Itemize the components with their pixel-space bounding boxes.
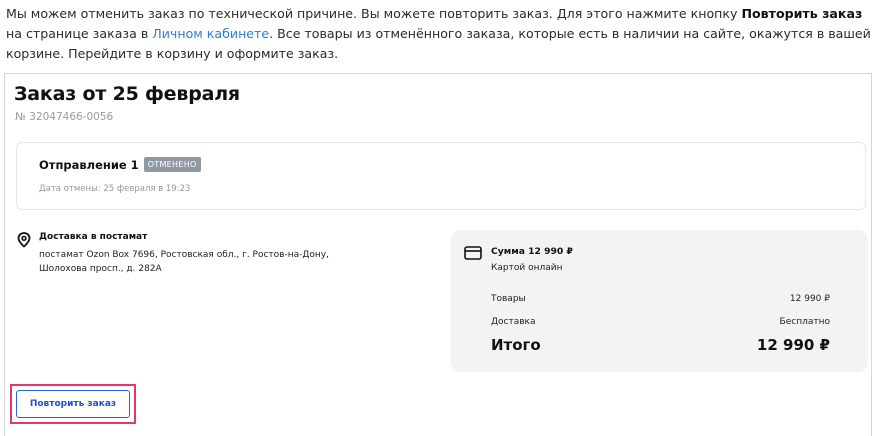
order-number: № 32047466-0056 [15,111,114,123]
total-value: 12 990 ₽ [756,336,830,354]
repeat-button-highlight: Повторить заказ [10,384,136,424]
delivery-address: постамат Ozon Box 7696, Ростовская обл.,… [39,250,329,274]
goods-value: 12 990 ₽ [789,294,830,304]
map-pin-icon [17,232,31,248]
shipment-title: Отправление 1 [39,157,139,172]
intro-part2: на странице заказа в [6,26,153,41]
goods-label: Товары [491,294,526,304]
intro-text: Мы можем отменить заказ по технической п… [6,4,876,64]
status-badge: ОТМЕНЕНО [143,157,201,172]
intro-bold-button-name: Повторить заказ [741,6,863,21]
goods-row: Товары 12 990 ₽ [491,294,830,304]
repeat-order-button[interactable]: Повторить заказ [16,390,130,418]
delivery-cost-row: Доставка Бесплатно [491,317,830,327]
delivery-cost-label: Доставка [491,317,536,327]
total-row: Итого 12 990 ₽ [491,336,830,354]
delivery-title: Доставка в постамат [39,232,148,242]
shipment-block: Отправление 1 ОТМЕНЕНО Дата отмены: 25 ф… [16,142,866,210]
delivery-cost-value: Бесплатно [779,317,830,327]
total-label: Итого [491,336,541,354]
order-title: Заказ от 25 февраля [14,83,240,105]
personal-account-link[interactable]: Личном кабинете [152,26,269,41]
intro-part1: Мы можем отменить заказ по технической п… [6,6,742,21]
sum-title: Сумма 12 990 ₽ [491,246,573,257]
order-card: Заказ от 25 февраля № 32047466-0056 Отпр… [4,73,872,436]
cancel-date: Дата отмены: 25 февраля в 19:23 [39,184,191,194]
payment-summary: Сумма 12 990 ₽ Картой онлайн Товары 12 9… [451,230,868,372]
credit-card-icon [464,245,482,260]
payment-method: Картой онлайн [491,263,563,273]
shipment-header: Отправление 1 ОТМЕНЕНО [39,157,201,172]
